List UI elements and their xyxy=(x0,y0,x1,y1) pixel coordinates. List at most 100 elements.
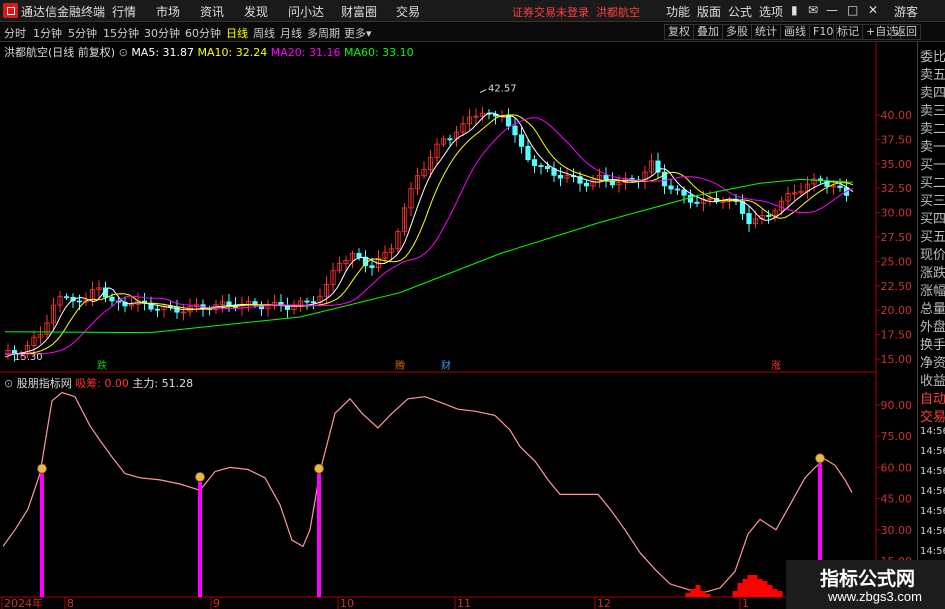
price-tick-label: 35.00 xyxy=(881,158,913,171)
quote-panel-item[interactable]: 净资 xyxy=(920,352,945,371)
candle-body xyxy=(304,300,310,303)
menu-shichang[interactable]: 市场 xyxy=(156,3,180,20)
menu-gongneng[interactable]: 功能 xyxy=(666,3,690,20)
tongji-button[interactable]: 统计 xyxy=(751,24,781,40)
chart-canvas[interactable]: 40.00 37.50 35.00 32.50 30.00 27.50 25.00 22.50… xyxy=(0,42,917,609)
candle-body xyxy=(226,301,232,306)
candle-body xyxy=(76,300,83,303)
accumulation-bar xyxy=(695,585,701,597)
huaxian-button[interactable]: 画线 xyxy=(780,24,810,40)
signal-bar xyxy=(317,473,321,597)
user-icon[interactable]: ▮ xyxy=(791,3,798,17)
quote-panel-item[interactable]: 买一 xyxy=(920,154,945,173)
quote-panel-item[interactable]: 卖四 xyxy=(920,82,945,101)
quote-panel-item[interactable]: 卖一 xyxy=(920,136,945,155)
event-marker: 腾 xyxy=(395,359,405,372)
duogu-button[interactable]: 多股 xyxy=(722,24,752,40)
quote-panel-item[interactable]: 14:56 xyxy=(920,486,945,497)
user-label[interactable]: 游客 xyxy=(894,3,918,20)
quote-panel-item[interactable]: 14:56 xyxy=(920,426,945,437)
ma5-line xyxy=(5,112,854,355)
period-fenshi[interactable]: 分时 xyxy=(4,25,26,41)
minimize-icon[interactable]: — xyxy=(826,3,838,17)
menu-wenxiaoda[interactable]: 问小达 xyxy=(288,3,324,20)
quote-panel-item[interactable]: 现价 xyxy=(920,244,945,263)
accumulation-bar xyxy=(685,593,691,597)
period-1min[interactable]: 1分钟 xyxy=(33,25,62,41)
quote-panel-item[interactable]: 14:56 xyxy=(920,466,945,477)
quote-panel-item[interactable]: 交易 xyxy=(920,406,945,425)
quote-panel-item[interactable]: 卖二 xyxy=(920,118,945,137)
quote-panel-item[interactable]: 14:56 xyxy=(920,546,945,557)
quote-panel-item[interactable]: 换手 xyxy=(920,334,945,353)
candle-body xyxy=(668,185,674,190)
ma10-line xyxy=(5,114,854,355)
ma60-line xyxy=(4,178,854,334)
accumulation-bar xyxy=(737,583,743,597)
quote-panel-item[interactable]: 卖五 xyxy=(920,64,945,83)
quote-panel-item[interactable]: 涨幅 xyxy=(920,280,945,299)
signal-bar xyxy=(198,481,202,597)
menu-gongshi[interactable]: 公式 xyxy=(728,3,752,20)
candle-body xyxy=(531,159,538,166)
candle-body xyxy=(512,125,518,136)
accumulation-bar xyxy=(700,591,706,597)
menu-xuanxiang[interactable]: 选项 xyxy=(759,3,783,20)
back-button[interactable]: 返回 xyxy=(891,24,921,40)
accumulation-bar xyxy=(777,591,783,597)
candle-body xyxy=(310,301,317,304)
quote-panel-item[interactable]: 涨跌 xyxy=(920,262,945,281)
menu-jiaoyi[interactable]: 交易 xyxy=(396,3,420,20)
menu-bar: 通达信金融终端 行情 市场 资讯 发现 问小达 财富圈 交易 证券交易未登录 洪… xyxy=(0,0,945,22)
period-multi[interactable]: 多周期 xyxy=(307,25,340,41)
quote-panel-item[interactable]: 14:56 xyxy=(920,446,945,457)
menu-zixun[interactable]: 资讯 xyxy=(200,3,224,20)
period-weekly[interactable]: 周线 xyxy=(253,25,275,41)
biaoji-button[interactable]: 标记 xyxy=(833,24,863,40)
indicator-tick-label: 90.00 xyxy=(881,399,913,412)
price-tick-label: 20.00 xyxy=(881,304,913,317)
candle-body xyxy=(544,166,551,169)
message-icon[interactable]: ✉ xyxy=(808,3,818,17)
candle-body xyxy=(694,201,700,204)
quote-panel-item[interactable]: 卖三 xyxy=(920,100,945,119)
period-5min[interactable]: 5分钟 xyxy=(68,25,97,41)
quote-panel-item[interactable]: 自动 xyxy=(920,388,945,407)
ma20-line xyxy=(5,117,854,355)
menu-caifuquan[interactable]: 财富圈 xyxy=(341,3,377,20)
quote-panel-item[interactable]: 买二 xyxy=(920,172,945,191)
maximize-icon[interactable]: □ xyxy=(847,3,858,17)
close-icon[interactable]: ✕ xyxy=(868,3,878,17)
period-60min[interactable]: 60分钟 xyxy=(185,25,221,41)
period-monthly[interactable]: 月线 xyxy=(280,25,302,41)
indicator-tick-label: 60.00 xyxy=(881,461,913,474)
period-toolbar: 分时 1分钟 5分钟 15分钟 30分钟 60分钟 日线 周线 月线 多周期 更… xyxy=(0,22,945,42)
accumulation-bar xyxy=(747,575,753,597)
quote-panel-item[interactable]: 外盘 xyxy=(920,316,945,335)
period-daily[interactable]: 日线 xyxy=(226,25,248,41)
quote-panel-item[interactable]: 收益 xyxy=(920,370,945,389)
diejia-button[interactable]: 叠加 xyxy=(693,24,723,40)
period-30min[interactable]: 30分钟 xyxy=(144,25,180,41)
quote-panel-item[interactable]: 买四 xyxy=(920,208,945,227)
menu-banmian[interactable]: 版面 xyxy=(697,3,721,20)
accumulation-bar xyxy=(757,579,763,597)
quote-side-panel: 委比 卖五 卖四 卖三 卖二 卖一 买一 买二 买三 买四 买五 现价 涨跌 涨幅 总量 外盘 换手 净资 收益 自动… xyxy=(917,42,945,609)
period-15min[interactable]: 15分钟 xyxy=(103,25,139,41)
candle-body xyxy=(687,194,694,203)
quote-panel-item[interactable]: 买五 xyxy=(920,226,945,245)
quote-panel-item[interactable]: 委比 xyxy=(920,46,945,65)
candle-body xyxy=(674,188,681,191)
money-bag-icon xyxy=(815,453,825,464)
price-tick-label: 25.00 xyxy=(881,255,913,268)
quote-panel-item[interactable]: 14:56 xyxy=(920,526,945,537)
fuquan-button[interactable]: 复权 xyxy=(664,24,694,40)
quote-panel-item[interactable]: 总量 xyxy=(920,298,945,317)
login-notice[interactable]: 证券交易未登录 洪都航空 xyxy=(512,4,640,20)
period-more[interactable]: 更多▾ xyxy=(344,25,372,41)
menu-faxian[interactable]: 发现 xyxy=(244,3,268,20)
menu-hangqing[interactable]: 行情 xyxy=(112,3,136,20)
quote-panel-item[interactable]: 14:56 xyxy=(920,506,945,517)
candle-body xyxy=(557,174,564,179)
quote-panel-item[interactable]: 买三 xyxy=(920,190,945,209)
